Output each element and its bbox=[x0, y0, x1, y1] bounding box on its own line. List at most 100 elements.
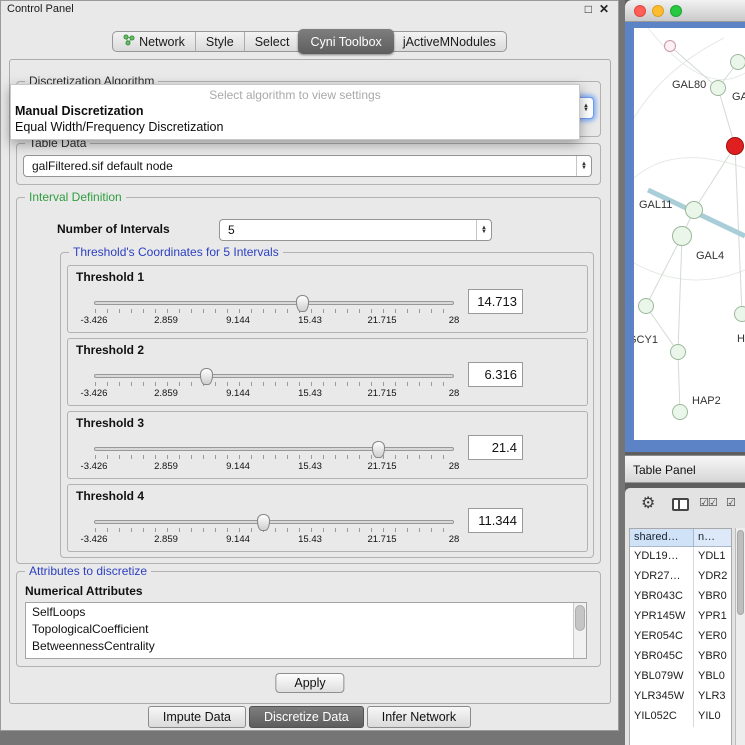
table-row[interactable]: YBL079WYBL0 bbox=[630, 667, 731, 687]
bottom-tabbar: Impute Data Discretize Data Infer Networ… bbox=[1, 706, 618, 728]
table-row[interactable]: YER054CYER0 bbox=[630, 627, 731, 647]
slider-groove bbox=[94, 447, 454, 451]
slider-thumb[interactable] bbox=[296, 295, 309, 312]
popup-option-equal-width-frequency[interactable]: Equal Width/Frequency Discretization bbox=[11, 119, 579, 135]
zoom-traffic-light-icon[interactable] bbox=[670, 5, 682, 17]
close-traffic-light-icon[interactable] bbox=[634, 5, 646, 17]
column-header-name[interactable]: n… bbox=[694, 529, 731, 546]
scrollbar-thumb[interactable] bbox=[737, 530, 744, 615]
network-node[interactable] bbox=[685, 201, 703, 219]
threshold-4-value-field[interactable] bbox=[468, 508, 523, 533]
network-node[interactable] bbox=[734, 306, 745, 322]
network-node[interactable] bbox=[726, 137, 744, 155]
thresholds-group: Threshold's Coordinates for 5 Intervals … bbox=[60, 252, 594, 558]
scrollbar-thumb[interactable] bbox=[575, 605, 585, 631]
threshold-1-slider[interactable]: -3.4262.8599.14415.4321.71528 bbox=[94, 294, 454, 330]
table-data-combobox[interactable]: galFiltered.sif default node ▲▼ bbox=[23, 155, 592, 177]
table-cell-name[interactable]: YIL0 bbox=[694, 707, 731, 727]
tick-label: 15.43 bbox=[298, 461, 322, 472]
threshold-2-value-field[interactable] bbox=[468, 362, 523, 387]
network-node-label: GCY1 bbox=[634, 334, 658, 346]
table-cell-shared-name[interactable]: YBL079W bbox=[630, 667, 694, 687]
number-of-intervals-label: Number of Intervals bbox=[57, 222, 170, 236]
threshold-3-slider[interactable]: -3.4262.8599.14415.4321.71528 bbox=[94, 440, 454, 476]
network-node[interactable] bbox=[672, 226, 692, 246]
table-panel-header: Table Panel bbox=[625, 455, 745, 483]
network-node[interactable] bbox=[710, 80, 726, 96]
table-cell-shared-name[interactable]: YER054C bbox=[630, 627, 694, 647]
network-node[interactable] bbox=[664, 40, 676, 52]
tick-label: -3.426 bbox=[81, 388, 108, 399]
slider-thumb[interactable] bbox=[200, 368, 213, 385]
table-cell-name[interactable]: YBR0 bbox=[694, 587, 731, 607]
table-cell-shared-name[interactable]: YIL052C bbox=[630, 707, 694, 727]
table-cell-shared-name[interactable]: YBR043C bbox=[630, 587, 694, 607]
table-cell-shared-name[interactable]: YLR345W bbox=[630, 687, 694, 707]
network-node[interactable] bbox=[730, 54, 745, 70]
tab-discretize-data[interactable]: Discretize Data bbox=[249, 706, 364, 728]
table-cell-shared-name[interactable]: YDR27… bbox=[630, 567, 694, 587]
table-row[interactable]: YDL19…YDL1 bbox=[630, 547, 731, 567]
table-row[interactable]: YIL052CYIL0 bbox=[630, 707, 731, 727]
threshold-1-value-field[interactable] bbox=[468, 289, 523, 314]
numerical-attributes-list[interactable]: SelfLoopsTopologicalCoefficientBetweenne… bbox=[25, 602, 587, 659]
table-cell-shared-name[interactable]: YDL19… bbox=[630, 547, 694, 567]
tab-select[interactable]: Select bbox=[244, 32, 300, 51]
network-node-label: GA bbox=[732, 91, 745, 103]
table-row[interactable]: YBR045CYBR0 bbox=[630, 647, 731, 667]
slider-thumb[interactable] bbox=[257, 514, 270, 531]
minimize-traffic-light-icon[interactable] bbox=[652, 5, 664, 17]
columns-icon[interactable] bbox=[672, 498, 689, 511]
tab-impute-data[interactable]: Impute Data bbox=[148, 706, 246, 728]
checkbox-filter-icon[interactable]: ☑ bbox=[726, 496, 744, 509]
threshold-3-value-field[interactable] bbox=[468, 435, 523, 460]
table-scrollbar[interactable] bbox=[735, 528, 745, 745]
tick-label: -3.426 bbox=[81, 315, 108, 326]
network-node[interactable] bbox=[638, 298, 654, 314]
tab-jactivemnodules[interactable]: jActiveMNodules bbox=[393, 32, 506, 51]
network-canvas[interactable]: GAL80GAGAL11GAL4GCY1HHAP2 bbox=[634, 28, 745, 440]
apply-button[interactable]: Apply bbox=[275, 673, 344, 693]
table-row[interactable]: YLR345WYLR3 bbox=[630, 687, 731, 707]
tab-network[interactable]: Network bbox=[113, 32, 195, 51]
slider-tick-labels: -3.4262.8599.14415.4321.71528 bbox=[94, 461, 454, 472]
table-cell-name[interactable]: YBL0 bbox=[694, 667, 731, 687]
table-row[interactable]: YBR043CYBR0 bbox=[630, 587, 731, 607]
gear-icon[interactable]: ⚙ bbox=[641, 493, 655, 513]
table-data-selected-value: galFiltered.sif default node bbox=[24, 159, 576, 173]
slider-tick-labels: -3.4262.8599.14415.4321.71528 bbox=[94, 534, 454, 545]
table-cell-name[interactable]: YDR2 bbox=[694, 567, 731, 587]
threshold-2-slider[interactable]: -3.4262.8599.14415.4321.71528 bbox=[94, 367, 454, 403]
column-header-shared[interactable]: shared… bbox=[630, 529, 694, 546]
tab-cyni-toolbox[interactable]: Cyni Toolbox bbox=[298, 29, 393, 54]
number-of-intervals-combobox[interactable]: 5 ▲▼ bbox=[219, 219, 492, 241]
tab-style[interactable]: Style bbox=[195, 32, 244, 51]
close-icon[interactable]: ✕ bbox=[599, 2, 609, 16]
table-cell-shared-name[interactable]: YPR145W bbox=[630, 607, 694, 627]
slider-groove bbox=[94, 301, 454, 305]
table-cell-name[interactable]: YDL1 bbox=[694, 547, 731, 567]
list-scrollbar[interactable] bbox=[573, 603, 586, 658]
popup-option-manual-discretization[interactable]: Manual Discretization bbox=[11, 103, 579, 119]
table-cell-name[interactable]: YBR0 bbox=[694, 647, 731, 667]
slider-groove bbox=[94, 374, 454, 378]
table-cell-name[interactable]: YPR1 bbox=[694, 607, 731, 627]
tab-infer-network[interactable]: Infer Network bbox=[367, 706, 471, 728]
table-cell-name[interactable]: YLR3 bbox=[694, 687, 731, 707]
table-row[interactable]: YPR145WYPR1 bbox=[630, 607, 731, 627]
table-row[interactable]: YDR27…YDR2 bbox=[630, 567, 731, 587]
attribute-list-item[interactable]: SelfLoops bbox=[26, 603, 573, 620]
network-node[interactable] bbox=[670, 344, 686, 360]
tick-label: 21.715 bbox=[367, 388, 396, 399]
tick-label: 15.43 bbox=[298, 534, 322, 545]
network-node[interactable] bbox=[672, 404, 688, 420]
table-cell-shared-name[interactable]: YBR045C bbox=[630, 647, 694, 667]
threshold-4-slider[interactable]: -3.4262.8599.14415.4321.71528 bbox=[94, 513, 454, 549]
slider-tick-labels: -3.4262.8599.14415.4321.71528 bbox=[94, 388, 454, 399]
table-cell-name[interactable]: YER0 bbox=[694, 627, 731, 647]
select-all-checkboxes-icon[interactable]: ☑☑ bbox=[699, 496, 717, 509]
tick-label: 28 bbox=[449, 461, 460, 472]
attribute-list-item[interactable]: BetweennessCentrality bbox=[26, 637, 573, 654]
float-window-icon[interactable]: □ bbox=[585, 2, 592, 16]
attribute-list-item[interactable]: TopologicalCoefficient bbox=[26, 620, 573, 637]
